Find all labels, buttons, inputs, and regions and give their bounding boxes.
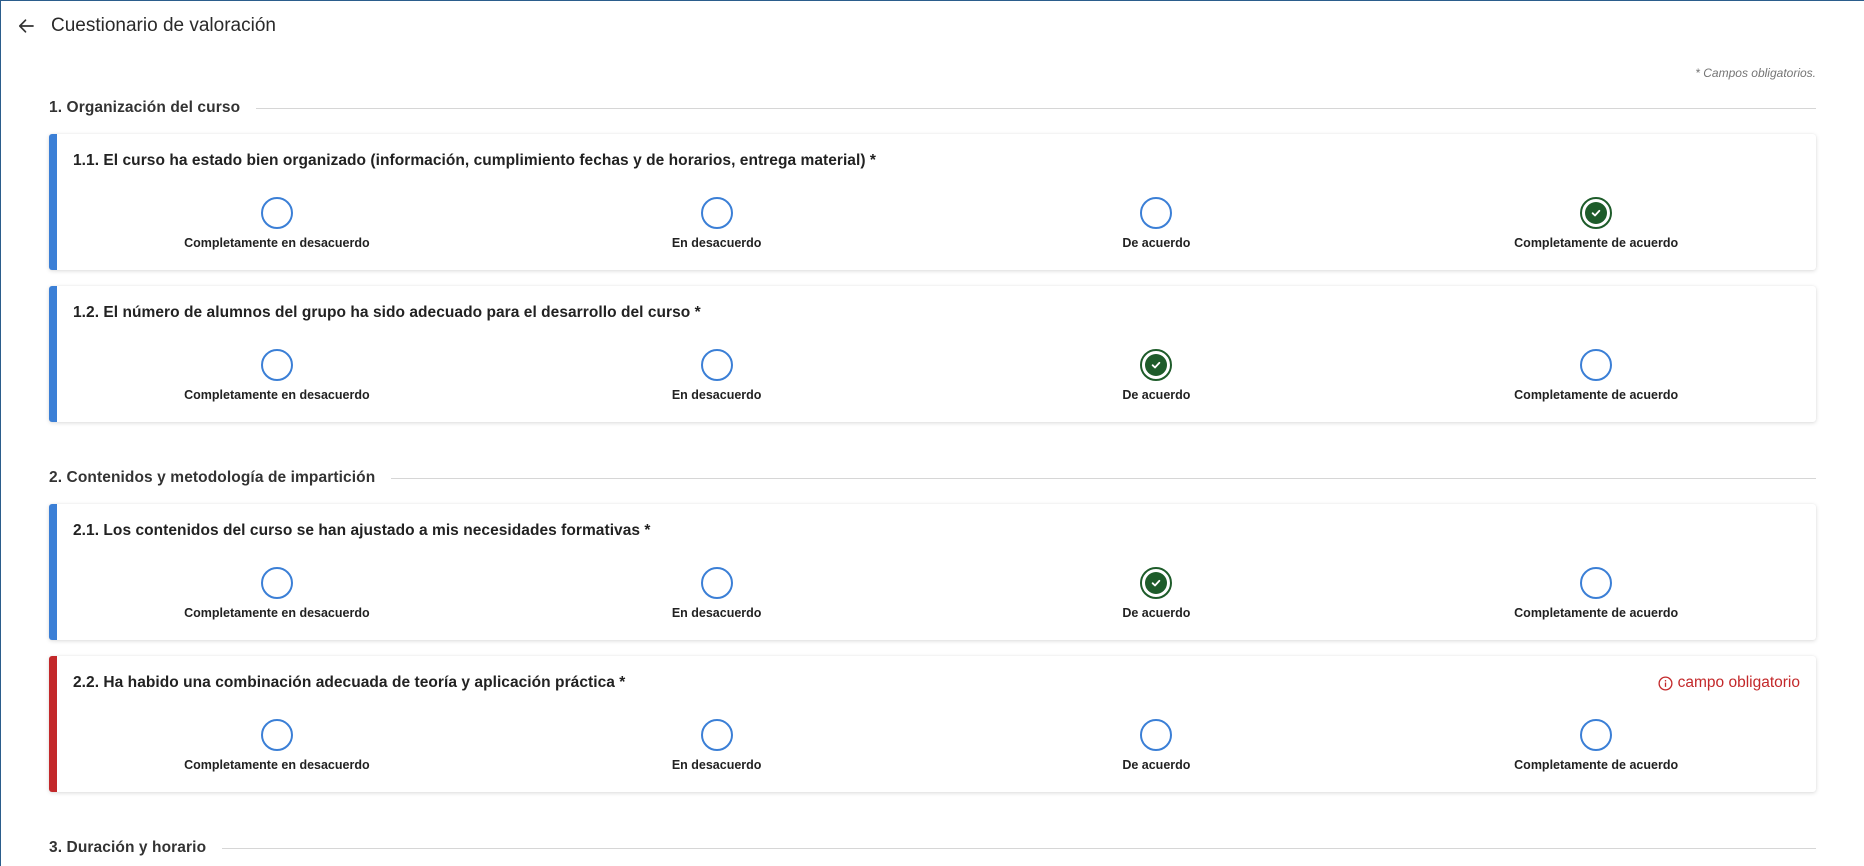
sections-container: 1. Organización del curso 1.1. El curso h…	[49, 98, 1816, 858]
radio-button[interactable]	[1580, 349, 1613, 381]
radio-option[interactable]: En desacuerdo	[497, 567, 937, 620]
section-divider	[256, 107, 1816, 109]
radio-option[interactable]: Completamente en desacuerdo	[57, 197, 497, 250]
radio-button[interactable]	[700, 197, 733, 229]
error-text: campo obligatorio	[1677, 674, 1800, 691]
question-card: 1.1. El curso ha estado bien organizado …	[49, 134, 1816, 270]
radio-option-label: De acuerdo	[1122, 236, 1191, 250]
radio-button[interactable]	[1580, 719, 1613, 751]
radio-option-label: Completamente de acuerdo	[1514, 388, 1679, 402]
radio-button-checked[interactable]	[1140, 349, 1173, 381]
radio-button[interactable]	[260, 567, 293, 599]
question-card: 2.2. Ha habido una combinación adecuada …	[49, 656, 1816, 792]
radio-option[interactable]: En desacuerdo	[497, 197, 937, 250]
radio-option-label: De acuerdo	[1122, 606, 1191, 620]
radio-option[interactable]: En desacuerdo	[497, 349, 937, 402]
radio-button[interactable]	[700, 349, 733, 381]
radio-button[interactable]	[700, 719, 733, 751]
radio-option[interactable]: Completamente de acuerdo	[1376, 719, 1816, 772]
radio-option-label: De acuerdo	[1122, 758, 1191, 772]
radio-option[interactable]: De acuerdo	[937, 349, 1377, 402]
radio-option-label: En desacuerdo	[671, 758, 762, 772]
radio-button-checked[interactable]	[1580, 197, 1613, 229]
radio-option-label: Completamente en desacuerdo	[184, 388, 370, 402]
question-card: 1.2. El número de alumnos del grupo ha s…	[49, 286, 1816, 422]
radio-button[interactable]	[1140, 197, 1173, 229]
radio-option[interactable]: En desacuerdo	[497, 719, 937, 772]
radio-button[interactable]	[260, 197, 293, 229]
radio-button[interactable]	[260, 719, 293, 751]
section-title: 2. Contenidos y metodología de impartici…	[49, 469, 376, 486]
radio-option-label: Completamente de acuerdo	[1514, 606, 1679, 620]
radio-option-label: En desacuerdo	[671, 236, 762, 250]
radio-button-checked[interactable]	[1140, 567, 1173, 599]
check-icon	[1145, 354, 1168, 376]
top-bar: Cuestionario de valoración	[1, 1, 1864, 51]
required-error-message: campo obligatorio	[1658, 674, 1800, 692]
section-header: 2. Contenidos y metodología de impartici…	[49, 468, 1816, 488]
radio-button[interactable]	[260, 349, 293, 381]
radio-option[interactable]: Completamente de acuerdo	[1376, 197, 1816, 250]
section-divider	[222, 847, 1816, 849]
section-title: 1. Organización del curso	[49, 99, 241, 116]
radio-option-label: Completamente de acuerdo	[1514, 236, 1679, 250]
back-button[interactable]	[15, 15, 37, 37]
radio-group: Completamente en desacuerdo En desacuerdo…	[57, 719, 1816, 772]
arrow-left-icon	[17, 17, 35, 35]
required-fields-note: * Campos obligatorios.	[1695, 66, 1816, 80]
radio-group: Completamente en desacuerdo En desacuerdo…	[57, 567, 1816, 620]
radio-group: Completamente en desacuerdo En desacuerdo…	[57, 197, 1816, 250]
radio-option-label: En desacuerdo	[671, 606, 762, 620]
section-header: 3. Duración y horario	[49, 838, 1816, 858]
radio-option-label: En desacuerdo	[671, 388, 762, 402]
question-card: 2.1. Los contenidos del curso se han aju…	[49, 504, 1816, 640]
radio-option-label: De acuerdo	[1122, 388, 1191, 402]
page-title: Cuestionario de valoración	[51, 15, 276, 36]
section-divider	[391, 477, 1816, 479]
radio-option-label: Completamente en desacuerdo	[184, 758, 370, 772]
app-frame: Cuestionario de valoración * Campos obli…	[0, 0, 1864, 866]
question-text: 1.2. El número de alumnos del grupo ha s…	[73, 304, 701, 321]
radio-button[interactable]	[1580, 567, 1613, 599]
radio-group: Completamente en desacuerdo En desacuerdo…	[57, 349, 1816, 402]
radio-option[interactable]: Completamente de acuerdo	[1376, 349, 1816, 402]
radio-option[interactable]: Completamente en desacuerdo	[57, 349, 497, 402]
radio-option-label: Completamente en desacuerdo	[184, 236, 370, 250]
info-icon	[1658, 675, 1673, 691]
radio-option-label: Completamente de acuerdo	[1514, 758, 1679, 772]
check-icon	[1145, 572, 1168, 594]
radio-option[interactable]: De acuerdo	[937, 719, 1377, 772]
question-text: 1.1. El curso ha estado bien organizado …	[73, 152, 876, 169]
radio-button[interactable]	[700, 567, 733, 599]
radio-option[interactable]: Completamente de acuerdo	[1376, 567, 1816, 620]
radio-option[interactable]: Completamente en desacuerdo	[57, 567, 497, 620]
check-icon	[1585, 202, 1608, 224]
radio-button[interactable]	[1140, 719, 1173, 751]
radio-option[interactable]: De acuerdo	[937, 197, 1377, 250]
radio-option[interactable]: De acuerdo	[937, 567, 1377, 620]
radio-option-label: Completamente en desacuerdo	[184, 606, 370, 620]
section-title: 3. Duración y horario	[49, 839, 207, 856]
questionnaire-content: * Campos obligatorios. 1. Organización d…	[1, 66, 1864, 858]
question-text: 2.1. Los contenidos del curso se han aju…	[73, 522, 651, 539]
section-header: 1. Organización del curso	[49, 98, 1816, 118]
question-text: 2.2. Ha habido una combinación adecuada …	[73, 674, 626, 691]
radio-option[interactable]: Completamente en desacuerdo	[57, 719, 497, 772]
